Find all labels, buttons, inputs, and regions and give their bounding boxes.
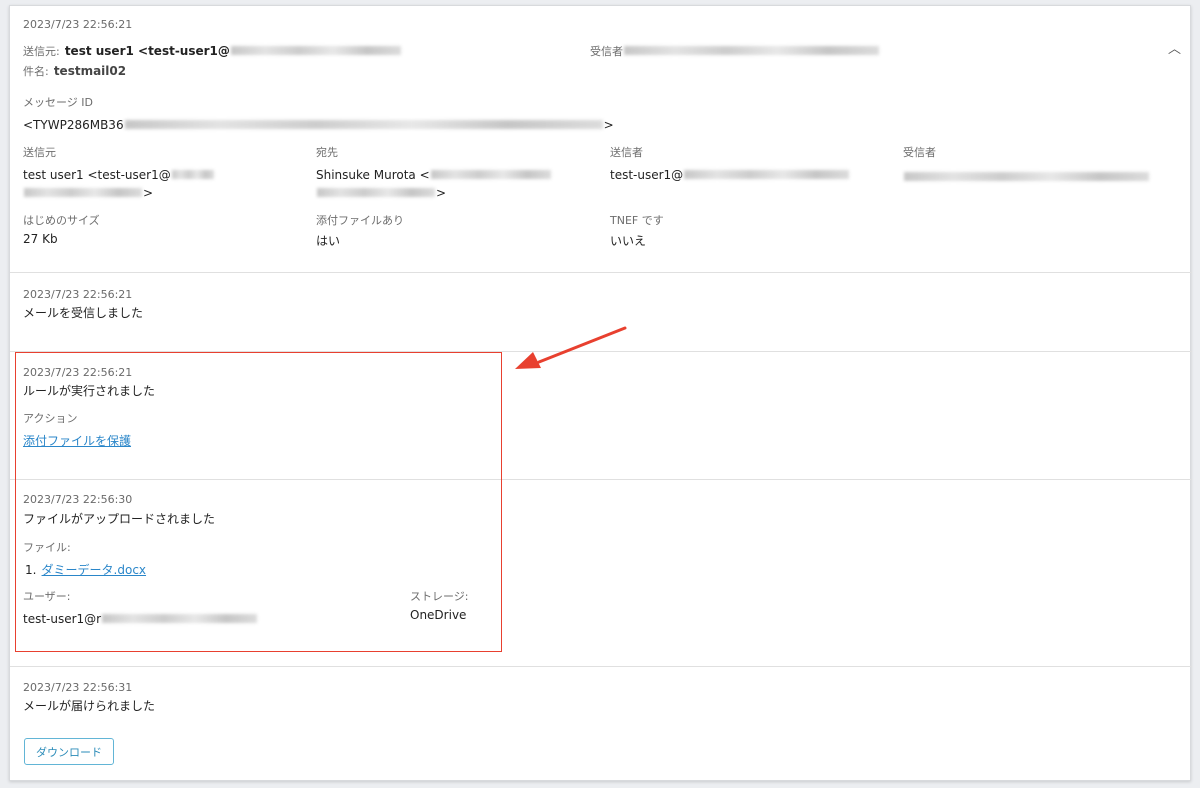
subject-label: 件名: xyxy=(23,65,49,78)
to-detail-label: 宛先 xyxy=(316,146,338,159)
recipient-label: 受信者 xyxy=(903,146,936,159)
initial-size-value: 27 Kb xyxy=(23,232,58,246)
divider xyxy=(10,272,1192,273)
to-detail-line2: > xyxy=(316,182,446,201)
redacted-text xyxy=(430,170,551,179)
divider xyxy=(10,666,1192,667)
event-timestamp: 2023/7/23 22:56:21 xyxy=(23,288,133,301)
redacted-text xyxy=(124,120,603,129)
tnef-value: いいえ xyxy=(610,234,647,248)
event-text: メールを受信しました xyxy=(23,306,144,320)
header-from: 送信元: test user1 <test-user1@ xyxy=(23,40,402,59)
redacted-text xyxy=(904,172,1149,181)
sender-label: 送信元 xyxy=(23,146,56,159)
tnef-label: TNEF です xyxy=(610,214,664,227)
redacted-text xyxy=(24,188,142,197)
event-timestamp: 2023/7/23 22:56:31 xyxy=(23,681,133,694)
redacted-text xyxy=(230,46,401,55)
redacted-text xyxy=(624,46,879,55)
from-value: test user1 <test-user1@ xyxy=(64,44,230,58)
attachment-value: はい xyxy=(316,234,341,248)
redacted-text xyxy=(317,188,435,197)
sender2-value: test-user1@ xyxy=(610,164,850,183)
from-label: 送信元: xyxy=(23,45,60,58)
event-text: メールが届けられました xyxy=(23,699,156,713)
subject-value: testmail02 xyxy=(53,64,127,78)
redacted-text xyxy=(171,170,214,179)
annotation-arrow-icon xyxy=(515,326,627,369)
highlight-box xyxy=(15,352,502,652)
message-trace-panel: 2023/7/23 22:56:21 送信元: test user1 <test… xyxy=(9,5,1192,781)
download-button[interactable]: ダウンロード xyxy=(24,738,114,765)
message-id-label: メッセージ ID xyxy=(23,96,93,109)
recipient-value xyxy=(903,166,1150,185)
attachment-label: 添付ファイルあり xyxy=(316,214,404,227)
sender-value: test user1 <test-user1@ xyxy=(23,164,215,183)
chevron-up-icon[interactable]: ︿ xyxy=(1168,38,1181,57)
sender-value-line2: > xyxy=(23,182,153,201)
to-label: 受信者 xyxy=(590,45,623,58)
header-subject: 件名: testmail02 xyxy=(23,60,126,79)
initial-size-label: はじめのサイズ xyxy=(23,214,100,227)
message-id-value: <TYWP286MB36 > xyxy=(23,118,614,132)
sender2-label: 送信者 xyxy=(610,146,643,159)
to-detail-value: Shinsuke Murota < xyxy=(316,164,552,183)
header-timestamp: 2023/7/23 22:56:21 xyxy=(23,18,133,31)
redacted-text xyxy=(684,170,850,179)
header-to: 受信者 xyxy=(590,40,880,59)
